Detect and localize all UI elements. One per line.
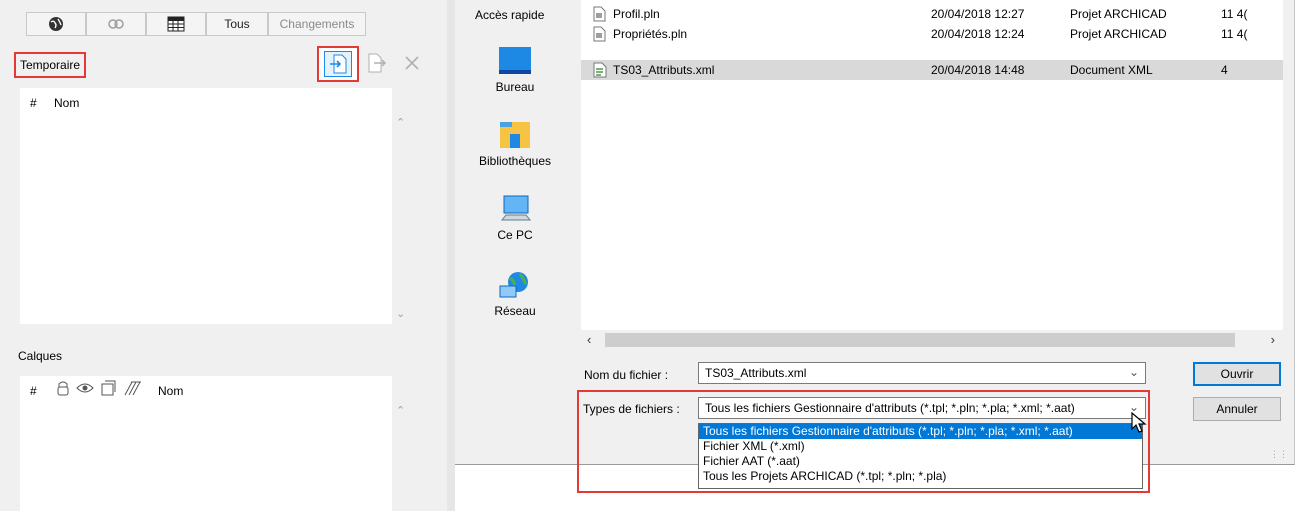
close-icon <box>405 56 419 70</box>
nav-label-reseau: Réseau <box>494 304 536 318</box>
file-row[interactable]: Profil.pln 20/04/2018 12:27 Projet ARCHI… <box>581 4 1283 24</box>
file-name: Propriétés.pln <box>613 27 688 41</box>
hatch-icon <box>124 381 141 396</box>
filetype-option[interactable]: Tous les fichiers Gestionnaire d'attribu… <box>699 424 1142 439</box>
navigation-pane: Accès rapide Bureau Bibliothèques Ce PC <box>455 0 575 340</box>
file-row[interactable]: Propriétés.pln 20/04/2018 12:24 Projet A… <box>581 24 1283 44</box>
file-size: 11 4( <box>1221 7 1248 21</box>
vertical-scrollbar[interactable]: ⌃ <box>392 376 410 511</box>
globe-icon <box>49 17 63 31</box>
file-date: 20/04/2018 12:27 <box>931 7 1025 21</box>
delete-button[interactable] <box>397 49 427 77</box>
filetype-option[interactable]: Tous les Projets ARCHICAD (*.tpl; *.pln;… <box>699 469 1142 484</box>
filename-field[interactable]: TS03_Attributs.xml ⌄ <box>698 362 1146 384</box>
link-icon <box>108 19 124 29</box>
file-date: 20/04/2018 14:48 <box>931 63 1025 77</box>
nav-item-ce-pc[interactable]: Ce PC <box>455 194 575 242</box>
quick-access-link[interactable]: Accès rapide <box>475 8 544 22</box>
import-file-icon <box>330 54 347 74</box>
scrollbar-thumb[interactable] <box>605 333 1235 347</box>
vertical-scrollbar[interactable]: ⌃ ⌄ <box>392 88 410 324</box>
calques-heading: Calques <box>18 349 63 363</box>
open-button[interactable]: Ouvrir <box>1193 362 1281 386</box>
file-size: 11 4( <box>1221 27 1248 41</box>
file-list[interactable]: Profil.pln 20/04/2018 12:27 Projet ARCHI… <box>581 0 1283 330</box>
horizontal-scrollbar[interactable]: ‹ › <box>581 330 1283 350</box>
libraries-icon <box>500 122 530 148</box>
tab-tous[interactable]: Tous <box>206 12 268 36</box>
filename-label: Nom du fichier : <box>584 368 669 382</box>
import-button[interactable] <box>317 46 359 82</box>
desktop-icon <box>499 47 531 74</box>
file-type: Document XML <box>1070 63 1153 77</box>
chevron-down-icon[interactable]: ⌄ <box>1129 365 1139 379</box>
lock-icon <box>57 381 69 396</box>
tab-globe[interactable] <box>26 12 86 36</box>
file-name: TS03_Attributs.xml <box>613 63 715 77</box>
column-name: Nom <box>158 384 184 398</box>
layer-icon <box>101 380 116 396</box>
mouse-cursor-icon <box>1131 412 1147 433</box>
file-type: Projet ARCHICAD <box>1070 27 1167 41</box>
column-number: # <box>30 96 37 110</box>
export-file-icon <box>368 53 386 73</box>
scroll-left-icon[interactable]: ‹ <box>587 332 591 347</box>
filetype-selected-value: Tous les fichiers Gestionnaire d'attribu… <box>705 401 1075 415</box>
grid-table-icon <box>167 16 185 32</box>
column-number: # <box>30 384 37 398</box>
filetype-dropdown-list[interactable]: Tous les fichiers Gestionnaire d'attribu… <box>698 423 1143 489</box>
layers-list[interactable]: # Nom ⌃ <box>20 376 410 511</box>
eye-icon <box>76 383 94 393</box>
file-row-selected[interactable]: TS03_Attributs.xml 20/04/2018 14:48 Docu… <box>581 60 1283 80</box>
nav-item-bureau[interactable]: Bureau <box>455 46 575 94</box>
cancel-button[interactable]: Annuler <box>1193 397 1281 421</box>
temporary-attributes-list[interactable]: # Nom ⌃ ⌄ <box>20 88 410 324</box>
computer-icon <box>500 195 532 221</box>
temporaire-label: Temporaire <box>20 58 81 72</box>
temporaire-heading: Temporaire <box>14 52 87 78</box>
tab-link[interactable] <box>86 12 146 36</box>
nav-label-ce-pc: Ce PC <box>497 228 533 242</box>
open-file-dialog: Accès rapide Bureau Bibliothèques Ce PC <box>455 0 1295 493</box>
filetype-select[interactable]: Tous les fichiers Gestionnaire d'attribu… <box>698 397 1146 419</box>
export-button[interactable] <box>362 49 392 77</box>
nav-item-bibliotheques[interactable]: Bibliothèques <box>455 120 575 168</box>
attribute-manager-panel: Tous Changements Temporaire # Nom ⌃ ⌄ Ca <box>0 0 447 511</box>
column-name: Nom <box>54 96 80 110</box>
tab-changements[interactable]: Changements <box>268 12 366 36</box>
scroll-down-icon[interactable]: ⌄ <box>396 307 405 320</box>
tab-table[interactable] <box>146 12 206 36</box>
filetype-label: Types de fichiers : <box>583 402 680 416</box>
scroll-up-icon[interactable]: ⌃ <box>396 404 405 417</box>
file-size: 4 <box>1221 63 1228 77</box>
scroll-up-icon[interactable]: ⌃ <box>396 116 405 129</box>
file-date: 20/04/2018 12:24 <box>931 27 1025 41</box>
nav-label-bureau: Bureau <box>495 80 535 94</box>
filetype-option[interactable]: Fichier XML (*.xml) <box>699 439 1142 454</box>
filetype-option[interactable]: Fichier AAT (*.aat) <box>699 454 1142 469</box>
file-icon <box>593 6 606 22</box>
file-icon <box>593 26 606 42</box>
file-name: Profil.pln <box>613 7 660 21</box>
nav-item-reseau[interactable]: Réseau <box>455 270 575 318</box>
panel-tab-bar: Tous Changements <box>0 0 447 40</box>
nav-label-bibliotheques: Bibliothèques <box>478 154 552 168</box>
xml-file-icon <box>593 62 607 78</box>
file-type: Projet ARCHICAD <box>1070 7 1167 21</box>
network-icon <box>499 272 528 298</box>
resize-grip-icon[interactable]: ⋮⋮ <box>1270 449 1288 460</box>
panel-separator <box>447 0 455 511</box>
filename-value: TS03_Attributs.xml <box>705 366 807 380</box>
scroll-right-icon[interactable]: › <box>1271 332 1275 347</box>
